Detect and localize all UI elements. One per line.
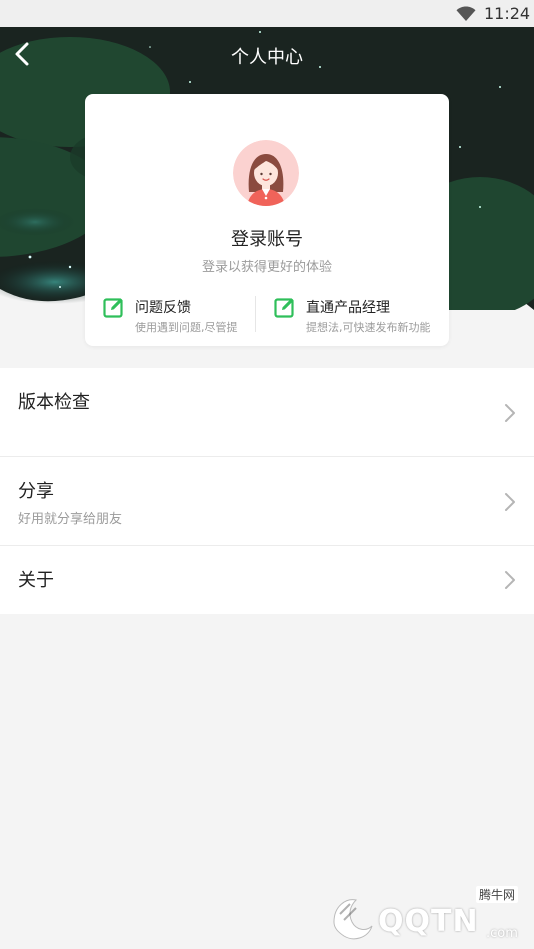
login-subtitle: 登录以获得更好的体验 xyxy=(201,260,332,275)
profile-card: 登录账号 登录以获得更好的体验 问题反馈 使用遇到问题,尽管提 直通产品经理 提… xyxy=(85,94,449,346)
menu-item-label: 分享 xyxy=(18,481,54,502)
menu-item-version-check[interactable]: 版本检查 xyxy=(0,368,534,457)
watermark-logo-icon xyxy=(333,899,373,940)
watermark-cn: 腾牛网 xyxy=(476,886,519,903)
avatar[interactable] xyxy=(233,140,299,206)
product-manager-subtitle: 提想法,可快速发布新功能 xyxy=(306,321,431,334)
product-manager-action[interactable]: 直通产品经理 提想法,可快速发布新功能 xyxy=(274,296,444,336)
product-manager-title: 直通产品经理 xyxy=(306,300,390,316)
chevron-right-icon xyxy=(505,493,515,511)
watermark-domain: .com xyxy=(486,926,518,941)
chevron-right-icon xyxy=(505,404,515,422)
edit-icon xyxy=(274,298,294,318)
menu-item-label: 版本检查 xyxy=(18,392,90,413)
chevron-right-icon xyxy=(505,571,515,589)
feedback-title: 问题反馈 xyxy=(135,300,191,316)
edit-icon xyxy=(103,298,123,318)
menu-item-about[interactable]: 关于 xyxy=(0,546,534,614)
feedback-action[interactable]: 问题反馈 使用遇到问题,尽管提 xyxy=(103,296,253,336)
watermark-brand: QQTN xyxy=(378,904,479,939)
status-bar: 11:24 xyxy=(0,0,534,27)
menu-list: 版本检查 分享 好用就分享给朋友 关于 xyxy=(0,368,534,614)
status-time: 11:24 xyxy=(484,4,531,23)
page-title: 个人中心 xyxy=(231,47,303,68)
menu-item-subtitle: 好用就分享给朋友 xyxy=(18,512,123,527)
feedback-subtitle: 使用遇到问题,尽管提 xyxy=(135,321,238,334)
avatar-girl-icon xyxy=(233,140,299,206)
menu-item-label: 关于 xyxy=(18,570,54,591)
action-divider xyxy=(255,296,256,332)
wifi-icon xyxy=(456,6,476,21)
watermark: QQTN 腾牛网 .com xyxy=(326,886,526,944)
menu-item-share[interactable]: 分享 好用就分享给朋友 xyxy=(0,457,534,546)
login-title[interactable]: 登录账号 xyxy=(85,225,449,251)
